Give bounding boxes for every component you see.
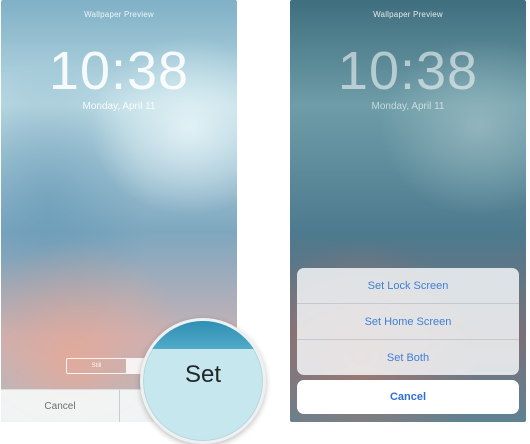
magnifier-wallpaper-strip <box>143 321 263 349</box>
lock-screen-date: Monday, April 11 <box>371 101 445 112</box>
still-segment[interactable]: Still <box>67 359 126 373</box>
action-sheet-cancel-button[interactable]: Cancel <box>297 380 519 414</box>
wallpaper-preview-title: Wallpaper Preview <box>84 10 154 19</box>
set-home-screen-button[interactable]: Set Home Screen <box>297 304 519 339</box>
set-both-button[interactable]: Set Both <box>297 340 519 375</box>
lock-screen-date: Monday, April 11 <box>82 101 156 112</box>
lock-screen-time: 10:38 <box>337 41 479 101</box>
action-sheet: Set Lock Screen Set Home Screen Set Both <box>297 268 519 375</box>
cancel-button[interactable]: Cancel <box>1 390 119 422</box>
toolbar-divider <box>119 390 120 422</box>
lock-screen-time: 10:38 <box>48 41 190 101</box>
set-button-magnifier: Set <box>140 318 266 444</box>
wallpaper-preview-title: Wallpaper Preview <box>373 10 443 19</box>
right-phone-screen: Wallpaper Preview 10:38 Monday, April 11… <box>290 0 526 422</box>
set-button[interactable]: Set <box>143 361 263 389</box>
set-lock-screen-button[interactable]: Set Lock Screen <box>297 268 519 303</box>
